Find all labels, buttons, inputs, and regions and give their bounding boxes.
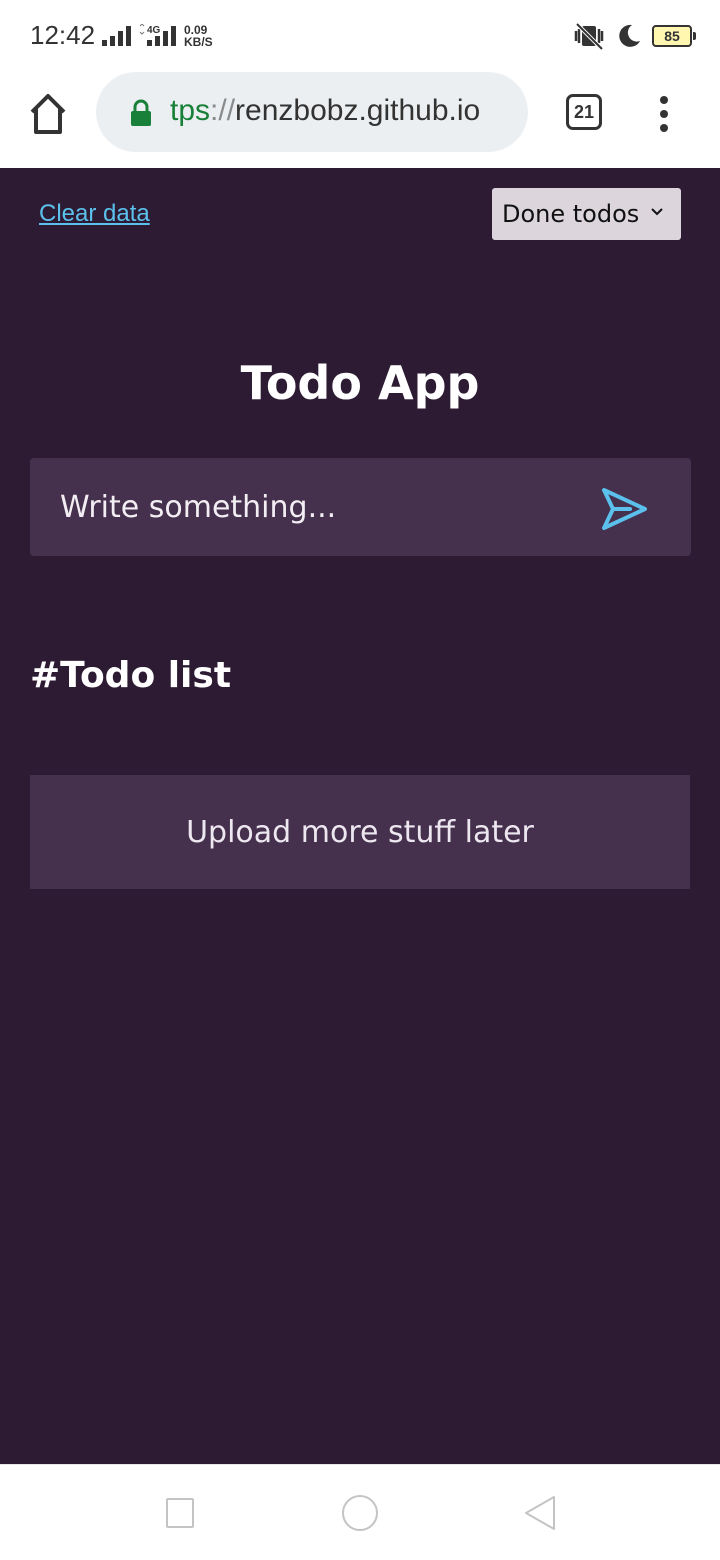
send-icon[interactable] (600, 487, 648, 531)
todo-input[interactable] (30, 458, 590, 556)
status-bar: 12:42 4G 0.09 KB/S 85 (0, 0, 720, 72)
home-circle-icon[interactable] (342, 1495, 378, 1531)
tabs-button[interactable]: 21 (566, 94, 602, 130)
home-icon[interactable] (28, 92, 68, 136)
network-speed: 0.09 KB/S (184, 24, 213, 48)
vibrate-off-icon (574, 22, 604, 50)
url-separator: :// (210, 94, 236, 127)
page-title: Todo App (240, 356, 480, 410)
clear-data-link[interactable]: Clear data (39, 200, 150, 228)
battery-icon: 85 (652, 25, 696, 47)
filter-select-label: Done todos (502, 200, 640, 228)
url-host: renzbobz.github.io (235, 94, 481, 127)
back-icon[interactable] (522, 1495, 558, 1531)
todo-input-container (30, 458, 691, 556)
moon-icon (619, 24, 640, 47)
url-scheme: tps (170, 94, 211, 127)
more-vert-icon[interactable] (652, 92, 676, 132)
system-nav-bar (0, 1464, 720, 1560)
speed-unit: KB/S (184, 35, 213, 49)
chevron-down-icon (651, 208, 663, 216)
recents-icon[interactable] (166, 1498, 194, 1528)
url-text[interactable]: tps://renzbobz.github.io (170, 94, 480, 128)
signal-icon (102, 26, 131, 46)
mobile-data-icon: 4G (139, 24, 176, 46)
browser-toolbar: tps://renzbobz.github.io 21 (0, 72, 720, 168)
lock-icon (131, 99, 151, 126)
status-right-icons: 85 (572, 22, 696, 50)
filter-select[interactable]: Done todos (492, 188, 681, 240)
network-type: 4G (147, 25, 161, 36)
status-time: 12:42 (30, 20, 96, 50)
todo-item[interactable]: Upload more stuff later (30, 775, 690, 889)
todo-list-heading: #Todo list (30, 655, 232, 696)
